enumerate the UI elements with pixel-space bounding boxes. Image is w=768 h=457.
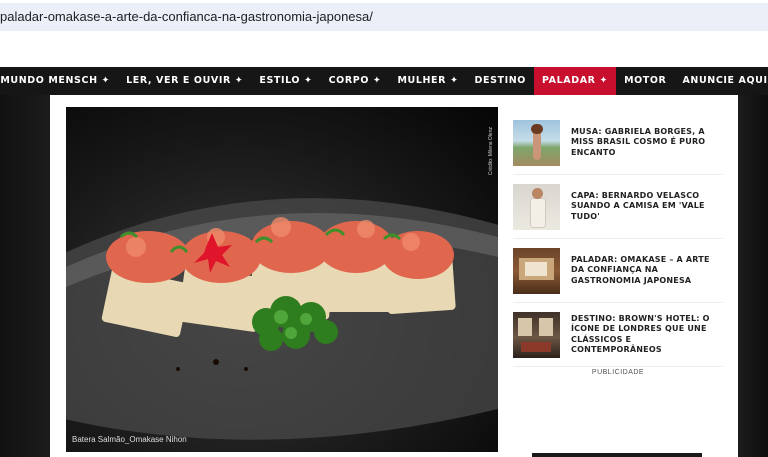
restaurant-photo-icon[interactable] xyxy=(513,247,560,294)
sidebar-post[interactable]: MUSA: GABRIELA BORGES, A MISS BRASIL COS… xyxy=(513,111,723,175)
nav-item-mundo-mensch[interactable]: MUNDO MENSCH ✦ xyxy=(0,67,118,95)
beach-photo-icon[interactable] xyxy=(513,119,560,166)
post-title[interactable]: DESTINO: BROWN'S HOTEL: O ÍCONE DE LONDR… xyxy=(571,314,723,356)
main-content: Crédito: Milena Olenz Batera Salmão_Omak… xyxy=(50,95,738,457)
nav-item-estilo[interactable]: ESTILO ✦ xyxy=(251,67,320,95)
advertising-label: PUBLICIDADE xyxy=(591,369,645,376)
address-bar-area: paladar-omakase-a-arte-da-confianca-na-g… xyxy=(0,0,768,32)
sidebar-post[interactable]: CAPA: BERNARDO VELASCO SUANDO A CAMISA E… xyxy=(513,175,723,239)
sidebar-posts: MUSA: GABRIELA BORGES, A MISS BRASIL COS… xyxy=(513,111,723,367)
nav-item-destino[interactable]: DESTINO xyxy=(467,67,534,95)
post-title[interactable]: CAPA: BERNARDO VELASCO SUANDO A CAMISA E… xyxy=(571,191,723,223)
nav-item-paladar[interactable]: PALADAR ✦ xyxy=(533,67,617,95)
nav-item-mulher[interactable]: MULHER ✦ xyxy=(389,67,466,95)
advertising-slot[interactable] xyxy=(532,453,702,457)
nav-item-corpo[interactable]: CORPO ✦ xyxy=(321,67,390,95)
photo-credit: Crédito: Milena Olenz xyxy=(488,127,494,176)
sidebar-post[interactable]: PALADAR: OMAKASE – A ARTE DA CONFIANÇA N… xyxy=(513,239,723,303)
sushi-photo-icon xyxy=(66,198,498,440)
post-title[interactable]: MUSA: GABRIELA BORGES, A MISS BRASIL COS… xyxy=(571,127,723,159)
photo-caption: Batera Salmão_Omakase Nihon xyxy=(72,435,187,444)
url-field[interactable]: paladar-omakase-a-arte-da-confianca-na-g… xyxy=(0,3,768,31)
hotel-photo-icon[interactable] xyxy=(513,311,560,358)
main-navigation: MUNDO MENSCH ✦ LER, VER E OUVIR ✦ ESTILO… xyxy=(0,67,768,95)
nav-item-motor[interactable]: MOTOR xyxy=(616,67,674,95)
nav-item-ler-ver-e-ouvir[interactable]: LER, VER E OUVIR ✦ xyxy=(118,67,251,95)
top-spacer xyxy=(0,32,768,67)
nav-item-anuncie-aqui[interactable]: ANUNCIE AQUI xyxy=(674,67,768,95)
hero-image[interactable]: Crédito: Milena Olenz Batera Salmão_Omak… xyxy=(66,107,498,452)
sidebar-post[interactable]: DESTINO: BROWN'S HOTEL: O ÍCONE DE LONDR… xyxy=(513,303,723,367)
portrait-photo-icon[interactable] xyxy=(513,183,560,230)
post-title[interactable]: PALADAR: OMAKASE – A ARTE DA CONFIANÇA N… xyxy=(571,255,723,287)
